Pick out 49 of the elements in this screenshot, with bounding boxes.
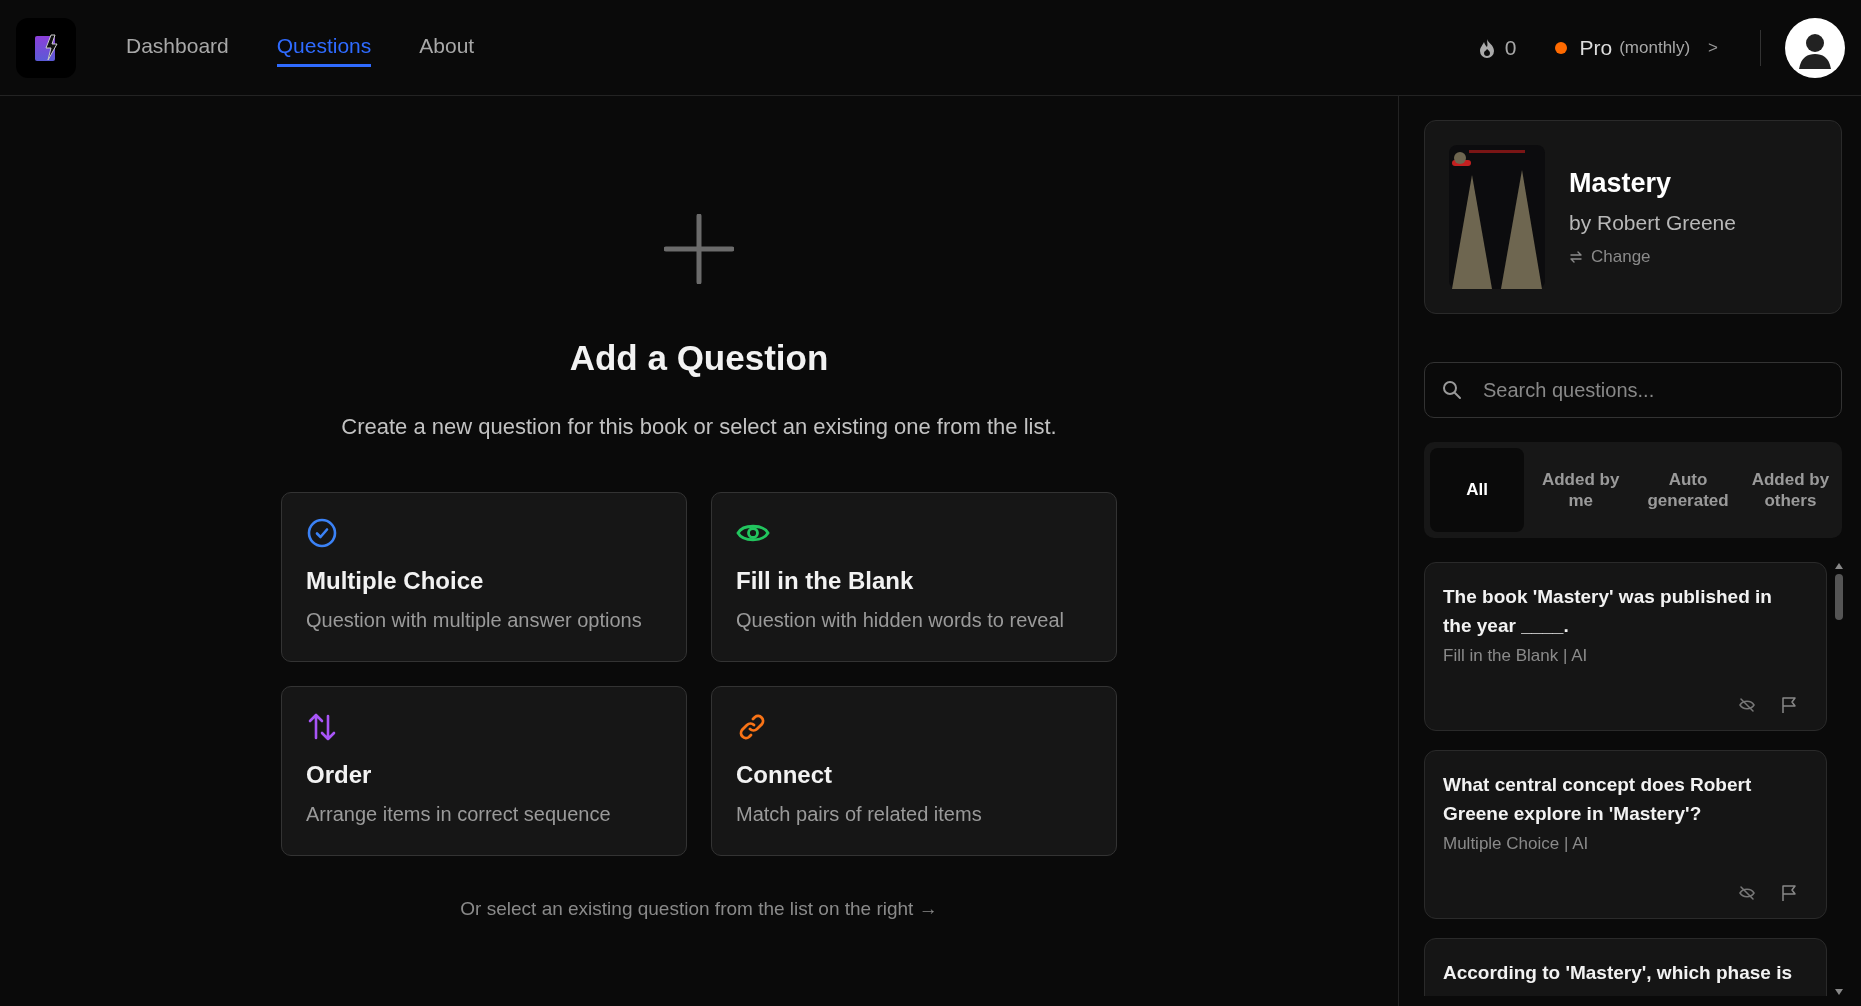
question-type-card[interactable]: Connect Match pairs of related items xyxy=(711,686,1117,856)
streak-count: 0 xyxy=(1504,35,1517,60)
question-card[interactable]: The book 'Mastery' was published in the year ____. Fill in the Blank | AI xyxy=(1424,562,1827,731)
hint-text: Or select an existing question from the list on the right → xyxy=(460,898,938,920)
flag-icon[interactable] xyxy=(1780,696,1798,714)
question-title: According to 'Mastery', which phase is xyxy=(1443,961,1793,985)
swap-arrows-icon xyxy=(1569,249,1583,264)
plan-button[interactable]: Pro (monthly) > xyxy=(1554,35,1718,60)
question-title: What central concept does Robert Greene explore in 'Mastery'? xyxy=(1443,773,1753,826)
page-title: Add a Question xyxy=(569,338,829,378)
question-meta: Fill in the Blank | AI xyxy=(1443,646,1589,666)
change-button[interactable]: Change xyxy=(1569,246,1736,267)
question-card[interactable]: What central concept does Robert Greene explore in 'Mastery'? Multiple Choice | AI xyxy=(1424,750,1827,919)
sort-arrows-icon xyxy=(306,711,338,743)
plus-icon xyxy=(664,214,734,284)
card-description: Match pairs of related items xyxy=(736,803,983,826)
card-title: Fill in the Blank xyxy=(736,567,915,595)
nav-link[interactable]: Questions xyxy=(276,28,372,67)
filter-tab[interactable]: Auto generated xyxy=(1637,448,1739,532)
scroll-down-icon[interactable] xyxy=(1834,988,1844,996)
flag-icon[interactable] xyxy=(1780,884,1798,902)
eye-off-icon[interactable] xyxy=(1738,696,1756,714)
card-description: Arrange items in correct sequence xyxy=(306,803,612,826)
card-title: Connect xyxy=(736,761,833,789)
check-circle-icon xyxy=(306,517,338,549)
filter-tab[interactable]: Added by me xyxy=(1530,448,1632,532)
question-meta: Multiple Choice | AI xyxy=(1443,834,1590,854)
search-field[interactable]: Search questions... xyxy=(1424,362,1842,418)
book-author: by Robert Greene xyxy=(1569,210,1736,235)
book-title: Mastery xyxy=(1569,167,1673,199)
flame-icon xyxy=(1478,37,1495,58)
nav-link[interactable]: About xyxy=(419,28,475,67)
question-type-card[interactable]: Fill in the Blank Question with hidden words to reveal xyxy=(711,492,1117,662)
card-title: Multiple Choice xyxy=(306,567,485,595)
scroll-up-icon[interactable] xyxy=(1834,562,1844,570)
page-subtitle: Create a new question for this book or select an existing one from the list. xyxy=(341,414,1057,440)
question-type-card[interactable]: Order Arrange items in correct sequence xyxy=(281,686,687,856)
card-description: Question with multiple answer options xyxy=(306,609,643,632)
eye-off-icon[interactable] xyxy=(1738,884,1756,902)
card-description: Question with hidden words to reveal xyxy=(736,609,1065,632)
scroll-thumb[interactable] xyxy=(1835,574,1843,620)
app-logo-icon[interactable] xyxy=(16,17,76,78)
question-card[interactable]: According to 'Mastery', which phase is xyxy=(1424,938,1827,996)
question-title: The book 'Mastery' was published in the year ____. xyxy=(1443,585,1773,638)
filter-tab[interactable]: All xyxy=(1430,448,1524,532)
filter-tab[interactable]: Added by others xyxy=(1744,448,1836,532)
nav-link[interactable]: Dashboard xyxy=(126,28,229,67)
card-title: Order xyxy=(306,761,373,789)
question-type-card[interactable]: Multiple Choice Question with multiple answer options xyxy=(281,492,687,662)
